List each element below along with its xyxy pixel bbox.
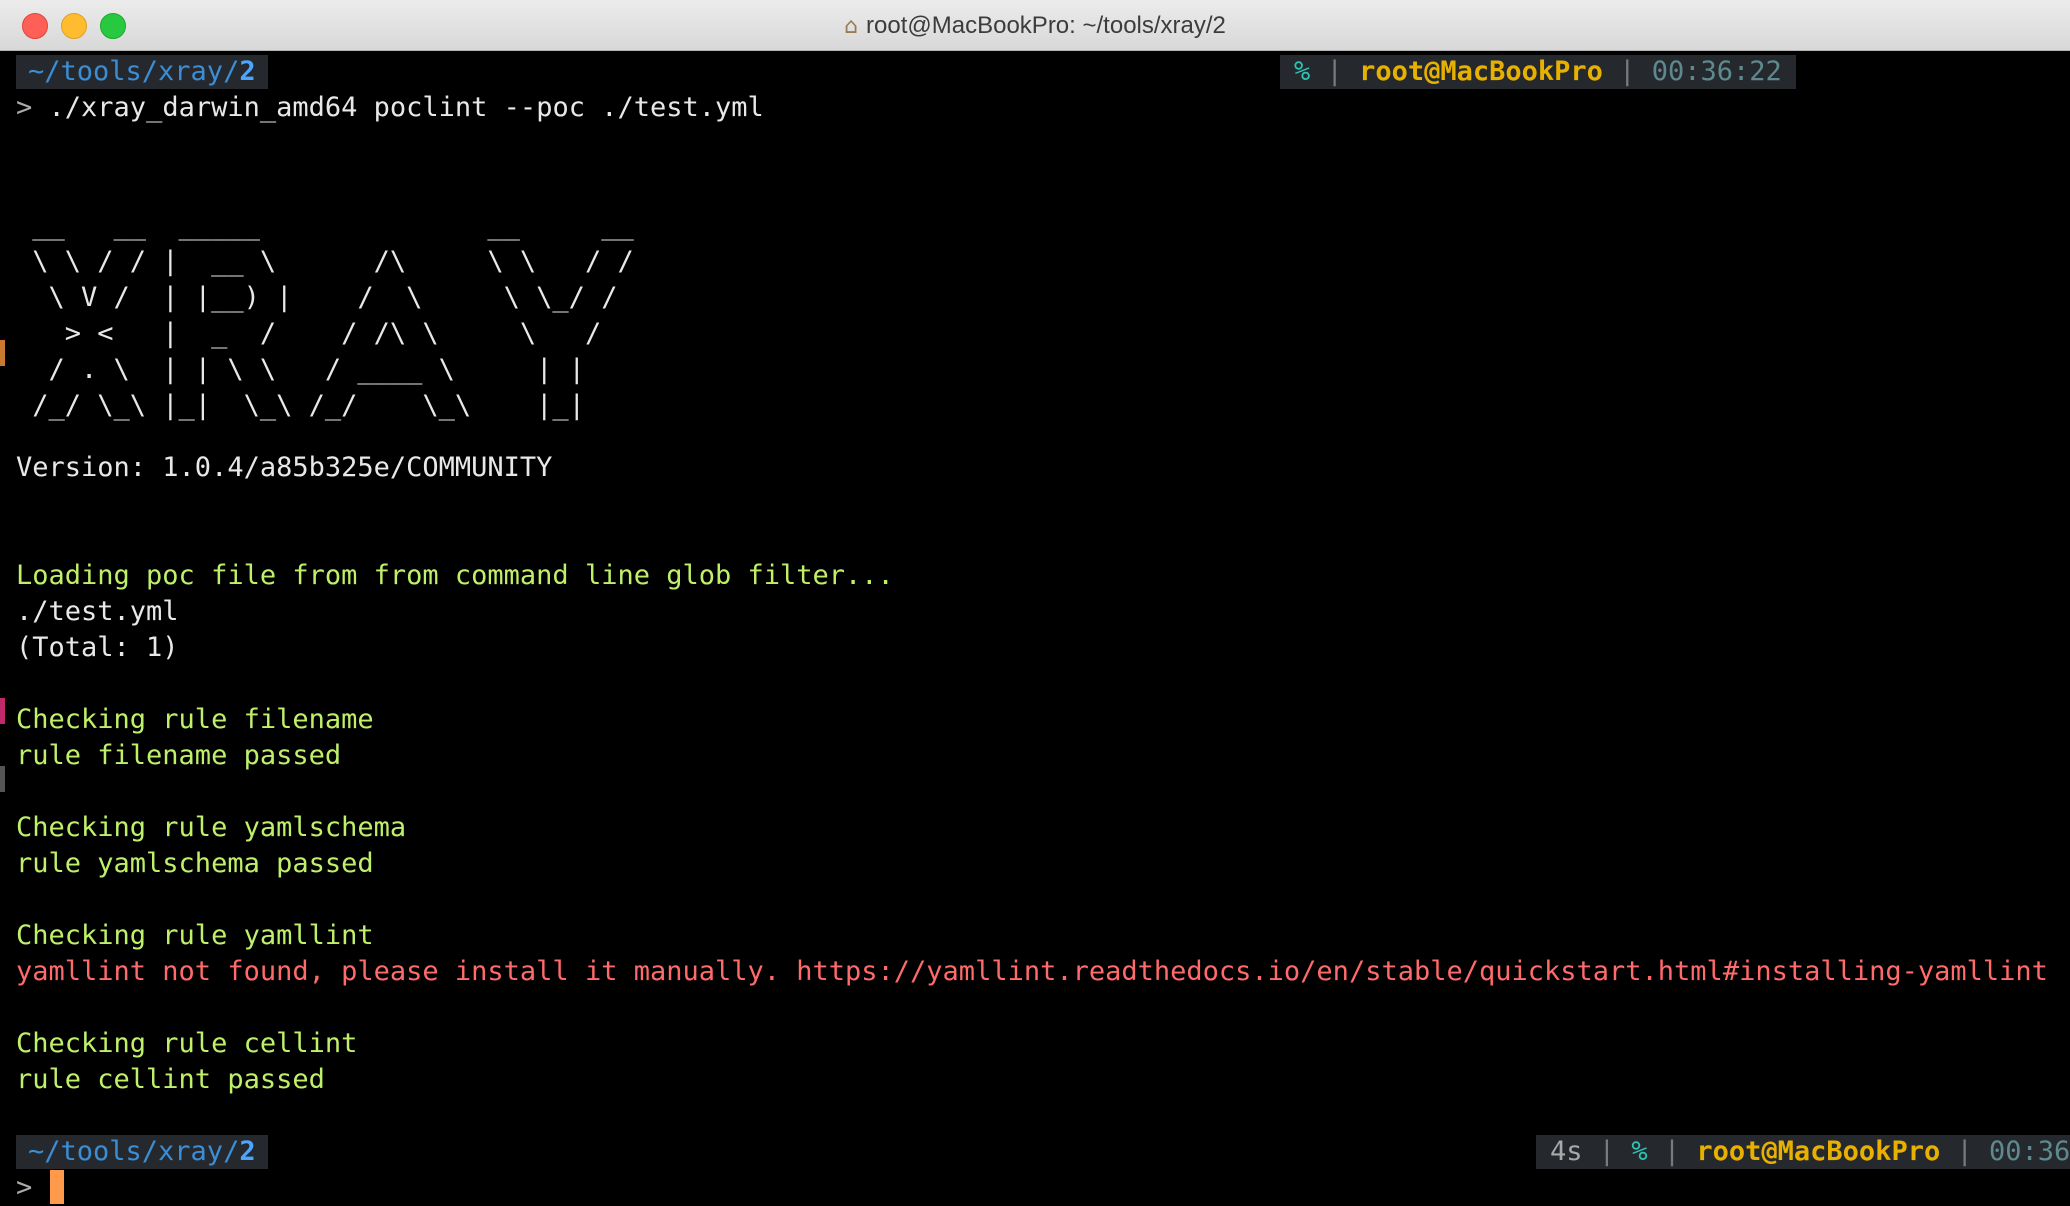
command-line: > ./xray_darwin_amd64 poclint --poc ./te… (16, 91, 764, 125)
version-text: Version: 1.0.4/a85b325e/COMMUNITY (16, 452, 553, 483)
prompt-path-segment: ~/tools/xray/2 (16, 1135, 268, 1169)
edge-mark (0, 766, 5, 792)
home-icon: ⌂ (844, 14, 859, 39)
check-yamlschema: Checking rule yamlschema (16, 812, 407, 843)
prompt-duration: 4s (1550, 1136, 1583, 1167)
prompt-char: > (16, 92, 33, 123)
prompt-status-segment: % | root@MacBookPro | 00:36:22 (1280, 55, 1796, 89)
prompt-separator: | (1663, 1136, 1681, 1167)
prompt-path-tail: 2 (239, 56, 256, 87)
error-yamllint: yamllint not found, please install it ma… (16, 956, 2048, 987)
banner-line: > < | _ / / /\ \ \ / (16, 318, 602, 349)
prompt-separator: | (1956, 1136, 1973, 1167)
prompt-path-segment: ~/tools/xray/2 (16, 55, 268, 89)
prompt-path: ~/tools/xray/ (28, 1136, 240, 1167)
check-cellint: Checking rule cellint (16, 1028, 358, 1059)
check-filename: Checking rule filename (16, 704, 374, 735)
prompt-path-tail: 2 (239, 1136, 256, 1167)
edge-mark (0, 698, 5, 724)
check-yamllint: Checking rule yamllint (16, 920, 374, 951)
prompt-time: 00:36 (1989, 1136, 2070, 1167)
window-title-text: root@MacBookPro: ~/tools/xray/2 (866, 12, 1226, 39)
text-cursor (50, 1170, 64, 1204)
prompt-percent: % (1631, 1136, 1648, 1167)
title-bar[interactable]: ⌂ root@MacBookPro: ~/tools/xray/2 (0, 0, 2070, 51)
prompt-separator: | (1326, 56, 1343, 87)
terminal-content[interactable]: ~/tools/xray/2 % | root@MacBookPro | 00:… (0, 51, 2070, 1206)
prompt-status-segment: 4s | % | root@MacBookPro | 00:36 (1536, 1135, 2070, 1169)
terminal-window: ⌂ root@MacBookPro: ~/tools/xray/2 ~/tools… (0, 0, 2070, 1206)
edge-mark (0, 340, 5, 366)
loading-message: Loading poc file from from command line … (16, 560, 894, 591)
prompt-char: > (16, 1172, 33, 1203)
prompt-time: 00:36:22 (1651, 56, 1782, 87)
banner-line: / . \ | | \ \ / ____ \ | | (16, 354, 585, 385)
input-line[interactable]: > (16, 1171, 32, 1205)
prompt-separator: | (1619, 56, 1636, 87)
prompt-path: ~/tools/xray/ (28, 56, 240, 87)
poc-file-path: ./test.yml (16, 596, 179, 627)
left-edge-marks (0, 51, 6, 1206)
poc-total: (Total: 1) (16, 632, 179, 663)
banner-line: /_/ \_\ |_| \_\ /_/ \_\ |_| (16, 390, 585, 421)
banner-line: \ \ / / | __ \ /\ \ \ / / (16, 246, 634, 277)
pass-cellint: rule cellint passed (16, 1064, 325, 1095)
banner-line: \ V / | |__) | / \ \ \_/ / (16, 282, 618, 313)
window-title: ⌂ root@MacBookPro: ~/tools/xray/2 (0, 0, 2070, 50)
banner-line: __ __ _____ __ __ (16, 210, 634, 241)
prompt-separator: | (1598, 1136, 1616, 1167)
command-text: ./xray_darwin_amd64 poclint --poc ./test… (48, 92, 764, 123)
pass-yamlschema: rule yamlschema passed (16, 848, 374, 879)
prompt-host: root@MacBookPro (1359, 56, 1603, 87)
prompt-percent: % (1294, 56, 1311, 87)
pass-filename: rule filename passed (16, 740, 342, 771)
prompt-host: root@MacBookPro (1696, 1136, 1941, 1167)
